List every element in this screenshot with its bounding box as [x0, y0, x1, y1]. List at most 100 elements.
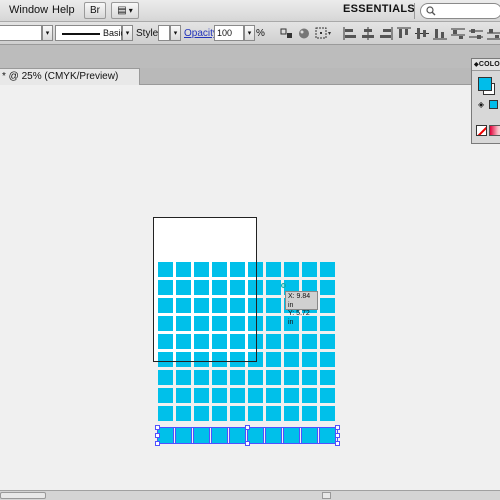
stroke-profile-field[interactable]: Basic	[55, 25, 125, 41]
tile[interactable]	[230, 406, 245, 421]
tile[interactable]	[194, 406, 209, 421]
selection-handle-middle-left[interactable]	[155, 433, 160, 438]
align-right-icon[interactable]	[379, 27, 393, 40]
tile[interactable]	[320, 262, 335, 277]
tile[interactable]	[302, 334, 317, 349]
tile[interactable]	[320, 388, 335, 403]
bridge-button[interactable]: Br	[84, 2, 106, 19]
tile[interactable]	[158, 370, 173, 385]
recolor-artwork-icon[interactable]	[297, 27, 311, 40]
artboard[interactable]	[153, 217, 257, 362]
tile[interactable]	[284, 334, 299, 349]
selection-handle-bottom-center[interactable]	[245, 441, 250, 446]
selection-handle-top-left[interactable]	[155, 425, 160, 430]
workspace-switcher[interactable]: ESSENTIALS▼	[343, 3, 429, 15]
stroke-profile-dropdown[interactable]: ▾	[122, 25, 133, 41]
tile[interactable]	[284, 370, 299, 385]
tile[interactable]	[320, 280, 335, 295]
transform-reference-icon[interactable]	[315, 27, 333, 40]
distribute-bottom-icon[interactable]	[487, 27, 500, 40]
menu-bar: Window Help Br ▤ ▾ ESSENTIALS▼	[0, 0, 500, 22]
color-panel-tab[interactable]: ◆COLO	[472, 59, 500, 71]
tile[interactable]	[320, 298, 335, 313]
fill-swatch[interactable]	[478, 77, 492, 91]
tile[interactable]	[212, 370, 227, 385]
selection-handle-bottom-right[interactable]	[335, 441, 340, 446]
align-left-icon[interactable]	[343, 27, 357, 40]
tooltip-y: Y: 5.72 in	[288, 310, 310, 326]
align-center-icon[interactable]	[361, 27, 375, 40]
tile[interactable]	[302, 370, 317, 385]
tile[interactable]	[266, 406, 281, 421]
tile[interactable]	[248, 370, 263, 385]
style-dropdown[interactable]: ▾	[170, 25, 181, 41]
tile[interactable]	[302, 388, 317, 403]
horizontal-scrollbar-thumb[interactable]	[0, 492, 46, 499]
selection-handle-top-center[interactable]	[245, 425, 250, 430]
distribute-center-icon[interactable]	[469, 27, 483, 40]
tile[interactable]	[194, 370, 209, 385]
tile[interactable]	[266, 262, 281, 277]
distribute-top-icon[interactable]	[451, 27, 465, 40]
tile[interactable]	[158, 406, 173, 421]
arrange-documents-button[interactable]: ▤ ▾	[111, 2, 139, 19]
style-swatch[interactable]	[158, 25, 170, 41]
tile[interactable]	[248, 406, 263, 421]
chevron-down-icon: ▾	[128, 6, 133, 15]
stroke-weight-dropdown[interactable]: ▾	[42, 25, 53, 41]
menu-window[interactable]: Window	[9, 4, 48, 16]
select-similar-icon[interactable]	[280, 27, 294, 40]
align-middle-icon[interactable]	[415, 27, 429, 40]
tile[interactable]	[248, 388, 263, 403]
tile[interactable]	[266, 388, 281, 403]
tile[interactable]	[266, 280, 281, 295]
tile[interactable]	[266, 316, 281, 331]
tile[interactable]	[266, 370, 281, 385]
color-spectrum[interactable]	[489, 125, 500, 136]
document-tab[interactable]: * @ 25% (CMYK/Preview)	[0, 68, 140, 85]
align-bottom-icon[interactable]	[433, 27, 447, 40]
tile[interactable]	[176, 406, 191, 421]
tile[interactable]	[212, 406, 227, 421]
align-top-icon[interactable]	[397, 27, 411, 40]
tile[interactable]	[266, 334, 281, 349]
tile[interactable]	[230, 370, 245, 385]
last-color-swatch[interactable]	[489, 100, 498, 109]
tile[interactable]	[266, 298, 281, 313]
tile[interactable]	[320, 370, 335, 385]
position-tooltip: X: 9.84 in Y: 5.72 in	[285, 291, 318, 326]
tile[interactable]	[194, 388, 209, 403]
color-panel: ◆COLO ◈	[471, 58, 500, 144]
horizontal-scrollbar-button[interactable]	[322, 492, 331, 499]
stroke-weight-field[interactable]	[0, 25, 42, 41]
tile[interactable]	[284, 406, 299, 421]
status-bar	[0, 490, 500, 500]
tile[interactable]	[212, 388, 227, 403]
selection-handle-top-right[interactable]	[335, 425, 340, 430]
tile[interactable]	[320, 352, 335, 367]
tile[interactable]	[284, 352, 299, 367]
tile[interactable]	[302, 352, 317, 367]
tile[interactable]	[266, 352, 281, 367]
tile[interactable]	[158, 388, 173, 403]
opacity-input[interactable]: 100	[214, 25, 244, 41]
tile[interactable]	[302, 406, 317, 421]
tile[interactable]	[230, 388, 245, 403]
search-input[interactable]	[420, 3, 500, 19]
tile[interactable]	[320, 406, 335, 421]
tile[interactable]	[284, 262, 299, 277]
tile[interactable]	[176, 388, 191, 403]
tile[interactable]	[284, 388, 299, 403]
tile[interactable]	[320, 316, 335, 331]
menu-help[interactable]: Help	[52, 4, 75, 16]
selection-handle-middle-right[interactable]	[335, 433, 340, 438]
tile[interactable]	[320, 334, 335, 349]
selection-handle-bottom-left[interactable]	[155, 441, 160, 446]
none-swatch[interactable]	[476, 125, 487, 136]
opacity-dropdown[interactable]: ▾	[244, 25, 255, 41]
search-icon	[426, 6, 436, 16]
tile[interactable]	[176, 370, 191, 385]
smart-guide-anchor	[281, 283, 286, 288]
default-colors-icon[interactable]: ◈	[478, 100, 484, 109]
tile[interactable]	[302, 262, 317, 277]
